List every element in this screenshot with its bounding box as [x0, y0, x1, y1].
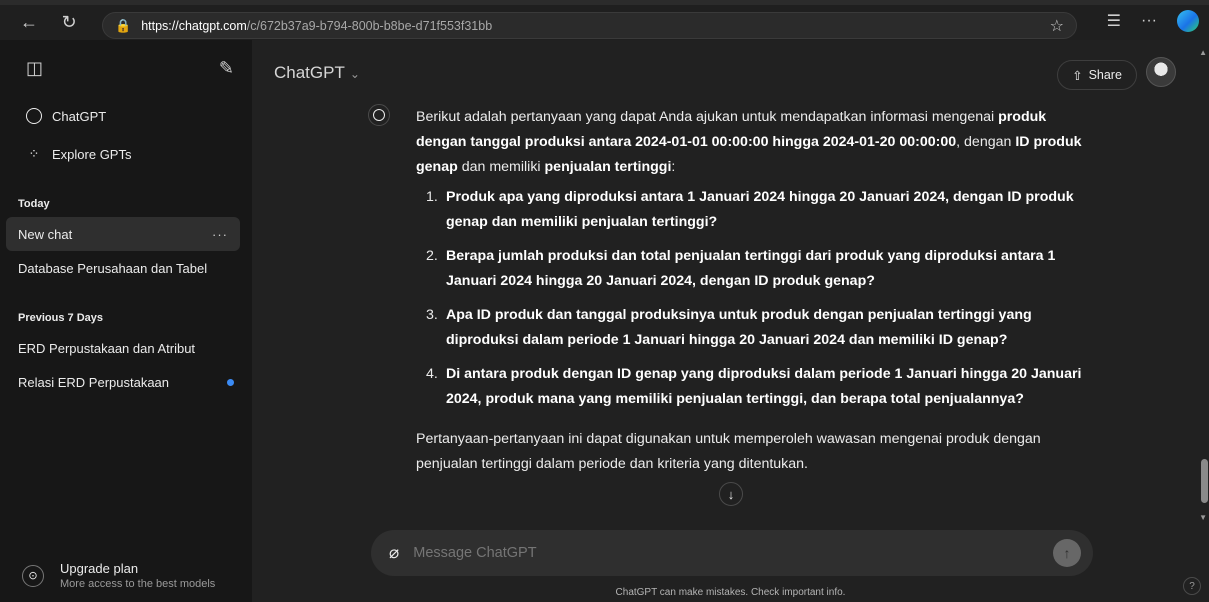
- message-input[interactable]: [413, 545, 1014, 561]
- favorite-star-icon[interactable]: ☆: [1050, 16, 1064, 36]
- chat-item-label: ERD Perpustakaan dan Atribut: [18, 340, 196, 356]
- chat-options-icon[interactable]: ···: [212, 227, 228, 242]
- lock-icon: 🔒: [115, 17, 132, 33]
- assistant-avatar-icon: [368, 104, 390, 126]
- unread-dot-icon: [227, 378, 234, 386]
- sidebar-item-explore-gpts[interactable]: ⁘ Explore GPTs: [0, 135, 252, 173]
- help-button[interactable]: ?: [1183, 577, 1201, 595]
- help-label: ?: [1189, 580, 1195, 592]
- share-icon: ⇧: [1072, 68, 1083, 83]
- reload-icon[interactable]: ↻: [54, 8, 84, 38]
- scroll-to-bottom-button[interactable]: ↓: [719, 482, 743, 506]
- grid-icon: ⁘: [28, 146, 40, 161]
- message-outro: Pertanyaan-pertanyaan ini dapat digunaka…: [416, 431, 1041, 472]
- share-button[interactable]: ⇧ Share: [1057, 60, 1137, 90]
- sidebar: ◫ ✎ ChatGPT ⁘ Explore GPTs Today New cha…: [0, 40, 252, 602]
- chat-item-label: Database Perusahaan dan Tabel: [18, 260, 208, 276]
- model-name: ChatGPT: [274, 63, 345, 82]
- scroll-up-arrow-icon[interactable]: ▲: [1199, 48, 1207, 57]
- assistant-message: Berikut adalah pertanyaan yang dapat And…: [416, 105, 1088, 477]
- upgrade-plan-button[interactable]: ⊙ Upgrade plan More access to the best m…: [22, 561, 215, 590]
- section-title-today: Today: [18, 198, 50, 210]
- list-item: 2. Berapa jumlah produksi dan total penju…: [426, 248, 1056, 289]
- chevron-down-icon: ⌄: [349, 67, 360, 81]
- list-item: 4. Di antara produk dengan ID genap yang …: [426, 366, 1082, 407]
- address-bar[interactable]: 🔒 https://chatgpt.com/c/672b37a9-b794-80…: [102, 12, 1077, 39]
- chatgpt-logo-icon: [26, 108, 42, 124]
- list-item: 1. Produk apa yang diproduksi antara 1 Ja…: [426, 189, 1074, 230]
- arrow-up-icon: ↑: [1063, 545, 1071, 561]
- disclaimer-text: ChatGPT can make mistakes. Check importa…: [615, 587, 846, 598]
- url-host: https://chatgpt.com: [141, 18, 247, 33]
- copilot-icon[interactable]: [1177, 10, 1199, 32]
- model-selector[interactable]: ChatGPT ⌄: [274, 63, 360, 83]
- attach-paperclip-icon[interactable]: ⌀: [389, 543, 399, 563]
- url-path: /c/672b37a9-b794-800b-b8be-d71f553f31bb: [246, 18, 493, 33]
- section-title-previous-7-days: Previous 7 Days: [18, 312, 103, 324]
- scroll-down-arrow-icon[interactable]: ▼: [1199, 513, 1207, 522]
- arrow-down-icon: ↓: [727, 486, 735, 502]
- upgrade-subtitle: More access to the best models: [60, 578, 216, 590]
- main-panel: ChatGPT ⌄ ⇧ Share ▲ ▼ Berikut adalah pert…: [252, 40, 1209, 602]
- send-button[interactable]: ↑: [1053, 539, 1081, 567]
- share-label: Share: [1088, 68, 1122, 82]
- new-chat-icon[interactable]: ✎: [219, 58, 234, 79]
- chat-item-label: Relasi ERD Perpustakaan: [18, 374, 170, 390]
- favorites-list-icon[interactable]: ☰: [1107, 11, 1121, 31]
- message-intro: Berikut adalah pertanyaan yang dapat And…: [416, 109, 1082, 175]
- upgrade-title: Upgrade plan: [60, 561, 139, 576]
- sidebar-item-label: Explore GPTs: [52, 146, 132, 162]
- chat-item-erd-atribut[interactable]: ERD Perpustakaan dan Atribut: [0, 331, 240, 365]
- message-composer: ⌀ ↑: [371, 530, 1093, 576]
- question-list: 1. Produk apa yang diproduksi antara 1 Ja…: [416, 185, 1088, 412]
- back-arrow-icon[interactable]: ←: [14, 8, 44, 38]
- browser-toolbar: ← ↻ 🔒 https://chatgpt.com/c/672b37a9-b79…: [0, 0, 1209, 40]
- chat-item-new-chat[interactable]: New chat ···: [6, 217, 240, 251]
- chat-item-database[interactable]: Database Perusahaan dan Tabel: [0, 251, 240, 285]
- sidebar-item-chatgpt[interactable]: ChatGPT: [0, 97, 252, 135]
- sidebar-item-label: ChatGPT: [52, 108, 107, 124]
- upgrade-icon: ⊙: [22, 564, 44, 587]
- list-item: 3. Apa ID produk dan tanggal produksinya …: [426, 307, 1032, 348]
- sidebar-toggle-icon[interactable]: ◫: [26, 58, 43, 79]
- avatar[interactable]: [1146, 57, 1176, 87]
- chat-item-relasi-erd[interactable]: Relasi ERD Perpustakaan: [0, 365, 240, 399]
- chat-item-label: New chat: [18, 226, 73, 242]
- scrollbar-thumb[interactable]: [1201, 459, 1208, 503]
- more-options-icon[interactable]: ···: [1141, 12, 1157, 30]
